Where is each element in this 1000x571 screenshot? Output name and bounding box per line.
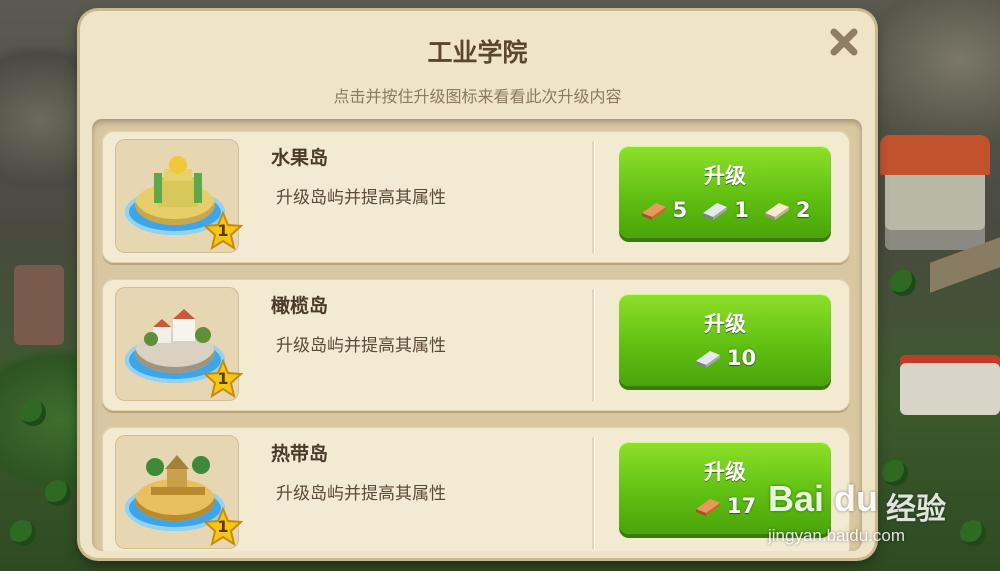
cost-amount: 2 [795, 198, 811, 222]
island-description: 升级岛屿并提高其属性 [276, 188, 446, 208]
cost-item: 1 [701, 198, 749, 222]
island-card-fruit: 1 水果岛 升级岛屿并提高其属性 升级 5 1 2 [102, 131, 850, 263]
platinum-ingot-icon [764, 203, 789, 220]
watermark-logo: Bai du [768, 478, 879, 519]
cost-item: 2 [763, 198, 811, 222]
tree [20, 400, 46, 426]
baidu-watermark: Bai du 经验 jingyan.baidu.com [768, 468, 998, 568]
island-thumbnail: 1 [115, 139, 244, 253]
cost-amount: 1 [734, 198, 749, 222]
island-card-tropical: 1 热带岛 升级岛屿并提高其属性 升级 17 [102, 427, 850, 551]
copper-ingot-icon [641, 203, 666, 220]
cost-amount: 17 [726, 494, 757, 518]
close-icon[interactable] [827, 25, 861, 59]
cost-item: 5 [640, 198, 688, 222]
tree [890, 270, 916, 296]
upgrade-button[interactable]: 升级 10 [619, 294, 831, 386]
tree [10, 520, 36, 546]
cost-amount: 5 [672, 198, 688, 222]
island-description: 升级岛屿并提高其属性 [276, 336, 446, 356]
upgrade-label: 升级 [704, 312, 746, 336]
divider [592, 289, 594, 401]
silver-ingot-icon [703, 203, 728, 220]
upgrade-label: 升级 [704, 164, 746, 188]
island-description: 升级岛屿并提高其属性 [276, 484, 446, 504]
close-icon-glyph [830, 28, 858, 56]
level-number: 1 [217, 517, 229, 536]
island-name: 橄榄岛 [271, 295, 329, 317]
divider [592, 437, 594, 549]
cost-item: 10 [694, 346, 756, 370]
dialog-subtitle: 点击并按住升级图标来看看此次升级内容 [333, 87, 622, 106]
level-star-icon: 1 [202, 358, 244, 399]
watermark-brand: 经验 [886, 492, 946, 527]
cost-amount: 10 [726, 346, 757, 370]
watermark-url: jingyan.baidu.com [768, 526, 906, 545]
academy-dialog: 工业学院 点击并按住升级图标来看看此次升级内容 1 水果岛 升级岛屿并提高其属性… [80, 11, 875, 558]
tree [45, 480, 71, 506]
palace-icon [154, 156, 202, 207]
upgrade-costs: 10 [619, 346, 831, 370]
island-thumbnail: 1 [115, 287, 244, 401]
island-card-olive: 1 橄榄岛 升级岛屿并提高其属性 升级 10 [102, 279, 850, 411]
cost-item: 17 [694, 494, 756, 518]
divider [592, 141, 594, 253]
level-star-icon: 1 [202, 210, 244, 251]
island-list[interactable]: 1 水果岛 升级岛屿并提高其属性 升级 5 1 2 1 橄榄岛 升级岛屿并提高其… [92, 119, 862, 551]
copper-ingot-icon [695, 499, 720, 516]
temple-icon [146, 455, 210, 495]
island-name: 水果岛 [271, 147, 329, 169]
building-left [14, 265, 64, 345]
island-thumbnail: 1 [115, 435, 244, 549]
shop-right [900, 355, 1000, 415]
silver-ingot-icon [695, 351, 720, 368]
level-star-icon: 1 [202, 506, 244, 547]
upgrade-button[interactable]: 升级 5 1 2 [619, 146, 831, 238]
upgrade-costs: 5 1 2 [619, 198, 831, 222]
island-name: 热带岛 [271, 443, 329, 465]
dialog-title: 工业学院 [427, 38, 528, 67]
level-number: 1 [217, 221, 229, 240]
village-icon [144, 309, 211, 346]
level-number: 1 [217, 369, 229, 388]
building-right-roof [880, 135, 990, 175]
